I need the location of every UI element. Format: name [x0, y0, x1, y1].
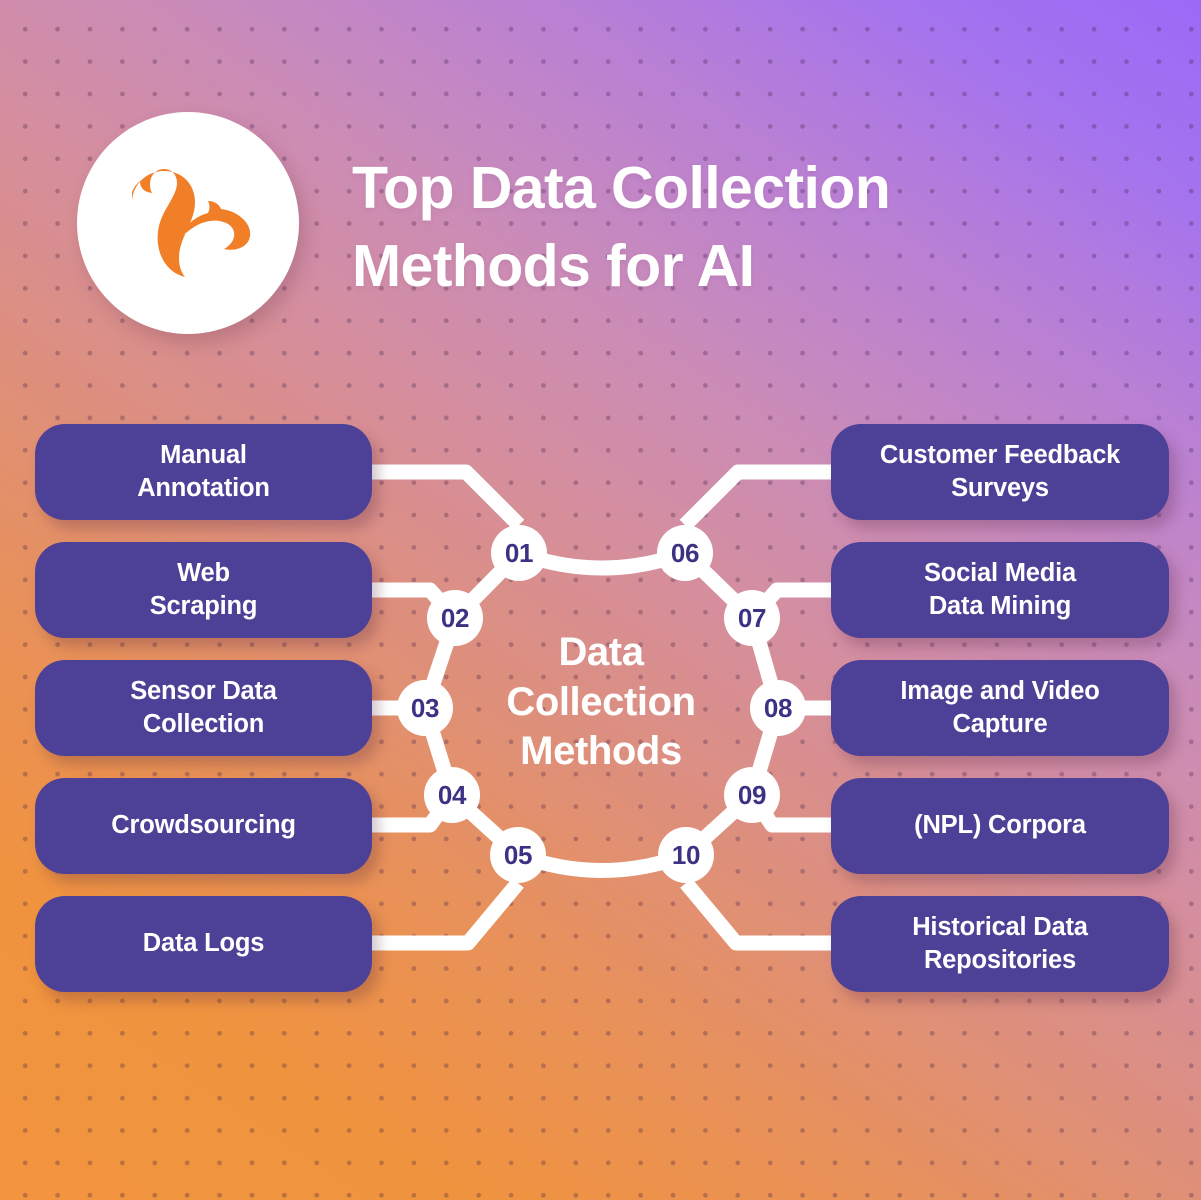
node-06[interactable]: 06 — [657, 525, 713, 581]
node-number: 10 — [671, 839, 701, 870]
node-number: 05 — [503, 839, 533, 870]
card-label-line-2: Data Mining — [928, 592, 1072, 620]
connector-06 — [679, 464, 836, 531]
connector-05 — [366, 878, 524, 951]
center-label-line-1: Data — [558, 630, 644, 674]
card-label: Manual Annotation — [137, 439, 270, 505]
card-historical-data-repositories[interactable]: Historical Data Repositories — [831, 896, 1169, 992]
card-label: Social Media Data Mining — [924, 557, 1076, 623]
node-number: 09 — [737, 779, 767, 810]
node-01[interactable]: 01 — [491, 525, 547, 581]
card-label-line-1: Social Media — [923, 558, 1077, 587]
card-manual-annotation[interactable]: Manual Annotation — [35, 424, 372, 520]
card-label-line-2: Annotation — [137, 474, 270, 502]
node-09[interactable]: 09 — [724, 767, 780, 823]
card-label: Sensor Data Collection — [130, 675, 277, 741]
card-label: Customer Feedback Surveys — [879, 439, 1121, 505]
node-number: 02 — [440, 602, 470, 633]
card-customer-feedback-surveys[interactable]: Customer Feedback Surveys — [831, 424, 1169, 520]
card-image-and-video-capture[interactable]: Image and Video Capture — [831, 660, 1169, 756]
node-02[interactable]: 02 — [427, 590, 483, 646]
connector-10 — [680, 878, 836, 951]
card-sensor-data-collection[interactable]: Sensor Data Collection — [35, 660, 372, 756]
center-label: Data Collection Methods — [451, 628, 751, 777]
card-label-line-2: Capture — [952, 710, 1048, 738]
node-number: 01 — [504, 537, 534, 568]
card-label-line-2: Repositories — [923, 946, 1077, 974]
card-label: Crowdsourcing — [111, 811, 296, 840]
node-number: 04 — [437, 779, 467, 810]
card-label-line-1: Manual — [160, 440, 247, 469]
node-10[interactable]: 10 — [658, 827, 714, 883]
node-number: 08 — [763, 692, 793, 723]
card-label-line-1: Customer Feedback — [879, 440, 1121, 469]
center-label-line-3: Methods — [520, 729, 682, 774]
card-label: (NPL) Corpora — [914, 811, 1086, 840]
card-label-line-1: Historical Data — [912, 912, 1088, 941]
node-number: 07 — [737, 602, 767, 633]
card-label: Historical Data Repositories — [912, 911, 1088, 977]
card-label: Data Logs — [142, 929, 265, 958]
card-label: Web Scraping — [150, 557, 258, 623]
node-07[interactable]: 07 — [724, 590, 780, 646]
center-label-line-2: Collection — [506, 679, 696, 724]
card-social-media-data-mining[interactable]: Social Media Data Mining — [831, 542, 1169, 638]
card-label-line-2: Scraping — [149, 592, 258, 620]
node-04[interactable]: 04 — [424, 767, 480, 823]
card-data-logs[interactable]: Data Logs — [35, 896, 372, 992]
node-03[interactable]: 03 — [397, 680, 453, 736]
card-crowdsourcing[interactable]: Crowdsourcing — [35, 778, 372, 874]
node-05[interactable]: 05 — [490, 827, 546, 883]
node-number: 03 — [410, 692, 440, 723]
card-label-line-1: Sensor Data — [130, 676, 277, 705]
connector-01 — [366, 464, 525, 531]
node-number: 06 — [670, 537, 700, 568]
card-web-scraping[interactable]: Web Scraping — [35, 542, 372, 638]
card-label-line-1: Web — [177, 558, 230, 587]
card-npl-corpora[interactable]: (NPL) Corpora — [831, 778, 1169, 874]
node-08[interactable]: 08 — [750, 680, 806, 736]
card-label-line-2: Collection — [142, 710, 265, 738]
card-label: Image and Video Capture — [900, 675, 1099, 741]
card-label-line-1: Image and Video — [900, 676, 1100, 705]
card-label-line-2: Surveys — [951, 474, 1049, 502]
